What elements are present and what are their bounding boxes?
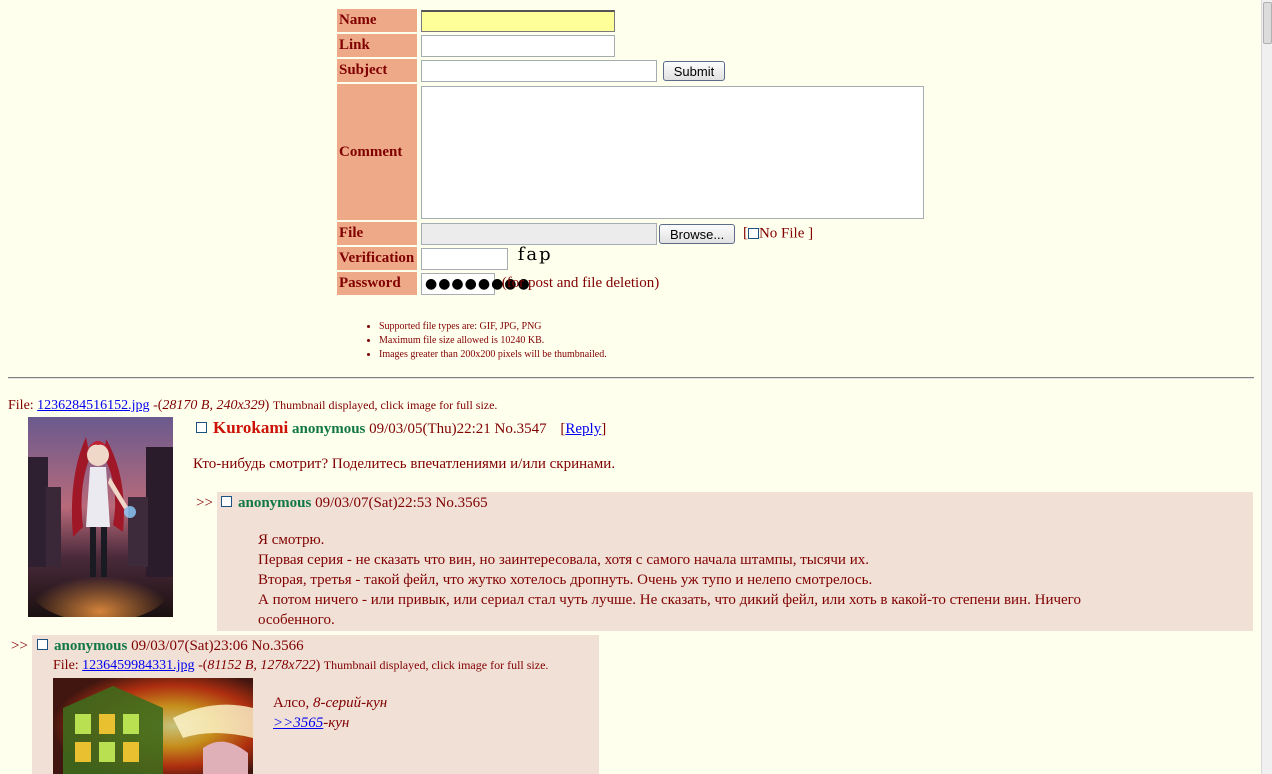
reply-marker: >>: [196, 495, 213, 511]
op-delete-checkbox[interactable]: [196, 422, 207, 434]
op-file-link[interactable]: 1236284516152.jpg: [37, 398, 149, 413]
op-reply-link-wrapper: [Reply]: [560, 421, 606, 437]
reply-bracket-close: ]: [601, 421, 607, 437]
message-text: Алсо,: [273, 695, 310, 711]
password-note: (for post and file deletion): [501, 274, 660, 291]
link-label: Link: [337, 34, 420, 57]
post-form: Name Link Subject Submit Comment File Br…: [337, 7, 924, 297]
reply-poster-name: anonymous: [54, 638, 128, 654]
subject-label: Subject: [337, 59, 420, 82]
op-subject: Kurokami: [213, 418, 289, 437]
op-post-number[interactable]: No.3547: [495, 421, 547, 437]
name-input[interactable]: [421, 9, 615, 32]
rule-item: Images greater than 200x200 pixels will …: [379, 348, 607, 362]
nofile-label: No File ]: [758, 224, 814, 241]
password-input[interactable]: ●●●●●●●●: [421, 272, 530, 295]
name-label: Name: [337, 9, 420, 32]
op-reply-link[interactable]: Reply: [565, 421, 601, 437]
message-line: Я смотрю.: [258, 532, 325, 548]
op-thumbnail-image[interactable]: [28, 417, 173, 617]
message-italic: -кун: [323, 715, 350, 731]
form-separator: [8, 377, 1254, 379]
file-details: 28170 B, 240x329: [162, 398, 265, 413]
op-message: Кто-нибудь смотрит? Поделитесь впечатлен…: [193, 456, 616, 472]
message-line: особенного.: [258, 612, 335, 628]
reply-post-number[interactable]: No.3565: [436, 495, 488, 511]
reply-message: Алсо, 8-серий-кун >>3565-кун: [273, 693, 387, 733]
reply-post: anonymous 09/03/07(Sat)22:53 No.3565 Я с…: [217, 492, 1253, 631]
quote-link[interactable]: >>3565: [273, 715, 323, 731]
file-path-input[interactable]: [421, 222, 657, 245]
rule-item: Supported file types are: GIF, JPG, PNG: [379, 320, 607, 334]
reply-date: 09/03/07(Sat)22:53: [315, 495, 432, 511]
reply-file-info: File: 1236459984331.jpg -(81152 B, 1278x…: [53, 658, 548, 674]
file-details-close: ): [264, 398, 270, 413]
nofile-checkbox[interactable]: [747, 228, 759, 239]
reply-post: anonymous 09/03/07(Sat)23:06 No.3566 Fil…: [32, 635, 599, 774]
vertical-scrollbar[interactable]: [1261, 0, 1272, 774]
reply-thumbnail-image[interactable]: [53, 678, 253, 774]
op-post-header: Kurokami anonymous 09/03/05(Thu)22:21 No…: [196, 418, 606, 438]
message-line: Первая серия - не сказать что вин, но за…: [258, 552, 869, 568]
file-prefix: File:: [8, 398, 34, 413]
reply-header: anonymous 09/03/07(Sat)23:06 No.3566: [37, 638, 304, 655]
thumb-note: Thumbnail displayed, click image for ful…: [272, 398, 498, 412]
file-details-open: -(: [153, 398, 163, 413]
reply-marker: >>: [11, 638, 28, 654]
op-file-info: File: 1236284516152.jpg -(28170 B, 240x3…: [8, 398, 497, 414]
op-date: 09/03/05(Thu)22:21: [369, 421, 491, 437]
password-label: Password: [337, 272, 420, 295]
message-italic: 8-серий-кун: [312, 695, 388, 711]
verification-input[interactable]: [421, 247, 508, 270]
file-prefix: File:: [53, 658, 79, 673]
thumb-note: Thumbnail displayed, click image for ful…: [323, 658, 549, 672]
op-poster-name: anonymous: [292, 421, 366, 437]
rule-item: Maximum file size allowed is 10240 KB.: [379, 334, 607, 348]
file-details-close: ): [315, 658, 321, 673]
link-input[interactable]: [421, 34, 615, 57]
reply-delete-checkbox[interactable]: [221, 496, 232, 508]
reply-message: Я смотрю. Первая серия - не сказать что …: [258, 530, 1081, 630]
reply-post-number[interactable]: No.3566: [252, 638, 304, 654]
file-details: 81152 B, 1278x722: [207, 658, 316, 673]
subject-input[interactable]: [421, 59, 657, 82]
captcha-image: fap: [517, 244, 553, 265]
submit-button[interactable]: Submit: [662, 60, 726, 81]
file-label: File: [337, 222, 420, 245]
reply-file-link[interactable]: 1236459984331.jpg: [82, 658, 194, 673]
reply-delete-checkbox[interactable]: [37, 639, 48, 651]
message-line: А потом ничего - или привык, или сериал …: [258, 592, 1081, 608]
comment-textarea[interactable]: [421, 85, 924, 219]
file-details-open: -(: [198, 658, 208, 673]
comment-label: Comment: [337, 84, 420, 220]
reply-poster-name: anonymous: [238, 495, 312, 511]
reply-date: 09/03/07(Sat)23:06: [131, 638, 248, 654]
rules-list: Supported file types are: GIF, JPG, PNG …: [360, 320, 607, 362]
browse-button[interactable]: Browse...: [659, 223, 736, 244]
verification-label: Verification: [337, 247, 420, 270]
scrollbar-thumb[interactable]: [1263, 2, 1272, 44]
reply-header: anonymous 09/03/07(Sat)22:53 No.3565: [221, 495, 488, 512]
message-line: Вторая, третья - такой фейл, что жутко х…: [258, 572, 873, 588]
